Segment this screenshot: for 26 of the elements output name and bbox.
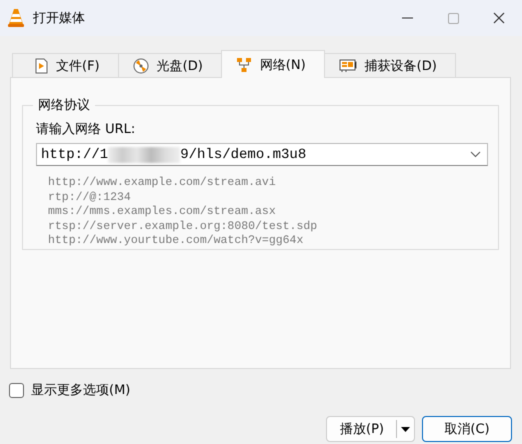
example-url: mms://mms.examples.com/stream.asx xyxy=(48,205,277,220)
group-title: 网络协议 xyxy=(37,97,91,114)
maximize-icon xyxy=(448,12,458,24)
example-url: http://www.yourtube.com/watch?v=gg64x xyxy=(48,234,304,248)
example-url: rtp://@:1234 xyxy=(48,190,132,205)
example-url: rtsp://server.example.org:8080/test.sdp xyxy=(48,220,318,234)
capture-card-icon xyxy=(338,58,357,73)
tab[interactable]: 网络(N) xyxy=(220,50,325,78)
tab[interactable]: 捕获设备(D) xyxy=(324,53,456,77)
url-prompt: 请输入网络 URL: xyxy=(36,121,136,138)
file-icon xyxy=(35,58,48,74)
cancel-button[interactable]: 取消(C) xyxy=(422,416,512,442)
disc-icon xyxy=(132,58,149,74)
close-icon xyxy=(493,12,505,24)
example-url: http://www.example.com/stream.avi xyxy=(48,176,277,190)
traffic-cone-icon xyxy=(7,8,25,28)
tab[interactable]: 文件(F) xyxy=(12,53,119,77)
network-icon xyxy=(236,56,252,72)
dropdown-arrow-icon xyxy=(401,426,410,432)
window-title: 打开媒体 xyxy=(33,10,86,27)
checkbox-label[interactable]: 显示更多选项(M) xyxy=(31,381,130,399)
chevron-down-icon xyxy=(470,151,481,158)
checkbox[interactable] xyxy=(9,382,24,398)
play-split-button[interactable]: 播放(P) xyxy=(326,416,415,442)
url-combo-box[interactable]: http://1 9/hls/demo.m3u8 xyxy=(36,143,488,166)
minimize-icon xyxy=(402,17,412,19)
